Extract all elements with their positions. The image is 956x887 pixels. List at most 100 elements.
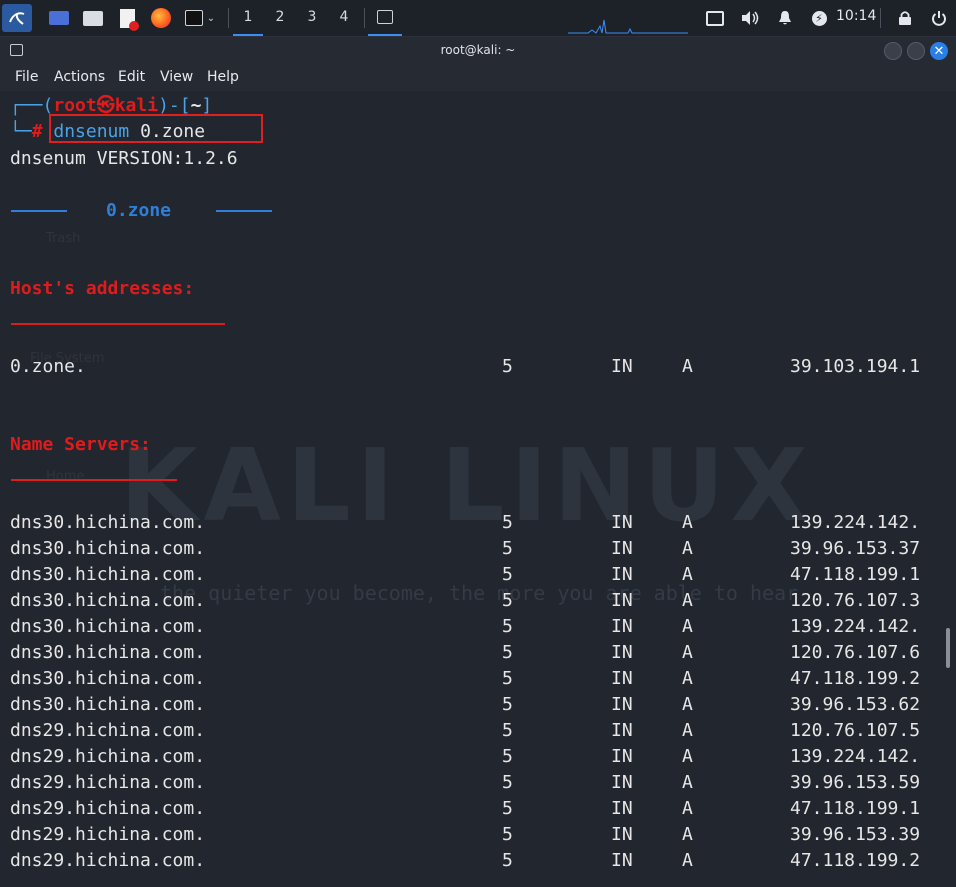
record-class: IN (611, 564, 633, 585)
file-manager-button[interactable] (80, 4, 106, 32)
window-title: root@kali: ~ (440, 43, 516, 57)
record-name: dns29.hichina.com. (10, 824, 206, 845)
prompt-frame: ] (201, 95, 213, 116)
record-class: IN (611, 798, 633, 819)
record-address: 39.96.153.37 (790, 538, 921, 559)
lock-screen-button[interactable] (894, 4, 916, 32)
domain-header: 0.zone (106, 200, 172, 221)
close-button[interactable]: ✕ (930, 42, 948, 60)
command-highlight-box (49, 114, 263, 143)
prompt-frame: )-[ (158, 95, 191, 116)
record-ttl: 5 (502, 850, 513, 871)
menu-view[interactable]: View (160, 69, 193, 85)
show-desktop-button[interactable] (46, 4, 72, 32)
window-titlebar[interactable]: root@kali: ~ ✕ (0, 37, 956, 65)
record-class: IN (611, 616, 633, 637)
desktop-icon (49, 11, 69, 25)
record-type: A (682, 720, 693, 741)
record-ttl: 5 (502, 746, 513, 767)
prompt-frame: ┌──( (10, 95, 54, 116)
power-icon (932, 11, 946, 26)
record-class: IN (611, 824, 633, 845)
record-name: dns30.hichina.com. (10, 564, 206, 585)
record-ttl: 5 (502, 642, 513, 663)
record-class: IN (611, 694, 633, 715)
record-type: A (682, 642, 693, 663)
record-address: 47.118.199.2 (790, 668, 921, 689)
panel-separator (880, 8, 881, 28)
workspace-2[interactable]: 2 (265, 0, 295, 34)
record-class: IN (611, 720, 633, 741)
record-class: IN (611, 772, 633, 793)
terminal-launcher-button[interactable]: ⌄ (180, 4, 220, 32)
record-name: dns30.hichina.com. (10, 590, 206, 611)
record-ttl: 5 (502, 694, 513, 715)
record-address: 139.224.142. (790, 616, 921, 637)
logout-button[interactable] (928, 4, 950, 32)
record-ttl: 5 (502, 720, 513, 741)
notifications-button[interactable] (774, 4, 796, 32)
menu-file[interactable]: File (15, 69, 38, 85)
minimize-button[interactable] (884, 42, 902, 60)
record-class: IN (611, 512, 633, 533)
record-address: 39.96.153.39 (790, 824, 921, 845)
menu-bar: File Actions Edit View Help (0, 65, 956, 91)
power-manager-button[interactable]: ⚡ (808, 4, 830, 32)
workspace-1[interactable]: 1 (233, 0, 263, 36)
record-class: IN (611, 642, 633, 663)
hosts-section-header: Host's addresses: (10, 278, 195, 299)
record-name: dns29.hichina.com. (10, 720, 206, 741)
record-address: 39.103.194.1 (790, 356, 921, 377)
record-name: dns30.hichina.com. (10, 616, 206, 637)
record-type: A (682, 694, 693, 715)
record-class: IN (611, 668, 633, 689)
wallpaper-tagline: the quieter you become, the more you are… (160, 581, 799, 605)
volume-button[interactable] (738, 4, 762, 32)
prompt-cwd: ~ (190, 95, 202, 116)
terminal-icon (377, 10, 393, 24)
top-panel: ⌄ 1 2 3 4 ⚡ 10:14 (0, 0, 956, 37)
panel-clock[interactable]: 10:14 (836, 8, 876, 24)
taskbar-terminal-window[interactable] (368, 0, 402, 36)
record-ttl: 5 (502, 512, 513, 533)
record-address: 47.118.199.1 (790, 798, 921, 819)
record-ttl: 5 (502, 538, 513, 559)
record-name: dns30.hichina.com. (10, 538, 206, 559)
kali-dragon-icon (9, 12, 25, 25)
record-name: dns29.hichina.com. (10, 746, 206, 767)
record-ttl: 5 (502, 616, 513, 637)
record-ttl: 5 (502, 798, 513, 819)
name-servers-section-header: Name Servers: (10, 434, 151, 455)
record-type: A (682, 746, 693, 767)
firefox-button[interactable] (148, 4, 174, 32)
kali-menu-button[interactable] (2, 4, 32, 32)
record-class: IN (611, 538, 633, 559)
desktop-label-home: Home (46, 469, 85, 484)
menu-actions[interactable]: Actions (54, 69, 105, 85)
menu-edit[interactable]: Edit (118, 69, 145, 85)
chevron-down-icon: ⌄ (206, 12, 216, 24)
bell-icon (779, 11, 791, 25)
header-rule (11, 210, 67, 212)
text-editor-button[interactable] (114, 4, 140, 32)
record-address: 47.118.199.2 (790, 850, 921, 871)
record-class: IN (611, 590, 633, 611)
record-type: A (682, 616, 693, 637)
workspace-4[interactable]: 4 (329, 0, 359, 34)
display-icon (706, 10, 724, 26)
workspace-3[interactable]: 3 (297, 0, 327, 34)
record-class: IN (611, 746, 633, 767)
section-underline (11, 323, 225, 325)
scrollbar-thumb[interactable] (946, 628, 950, 668)
maximize-button[interactable] (907, 42, 925, 60)
screen-button[interactable] (704, 4, 726, 32)
record-name: dns30.hichina.com. (10, 668, 206, 689)
record-type: A (682, 668, 693, 689)
menu-help[interactable]: Help (207, 69, 239, 85)
volume-icon (742, 11, 759, 25)
record-class: IN (611, 356, 633, 377)
record-address: 139.224.142. (790, 746, 921, 767)
record-address: 139.224.142. (790, 512, 921, 533)
prompt-hash: # (31, 121, 43, 142)
terminal-output[interactable]: KALI LINUX the quieter you become, the m… (0, 91, 956, 887)
